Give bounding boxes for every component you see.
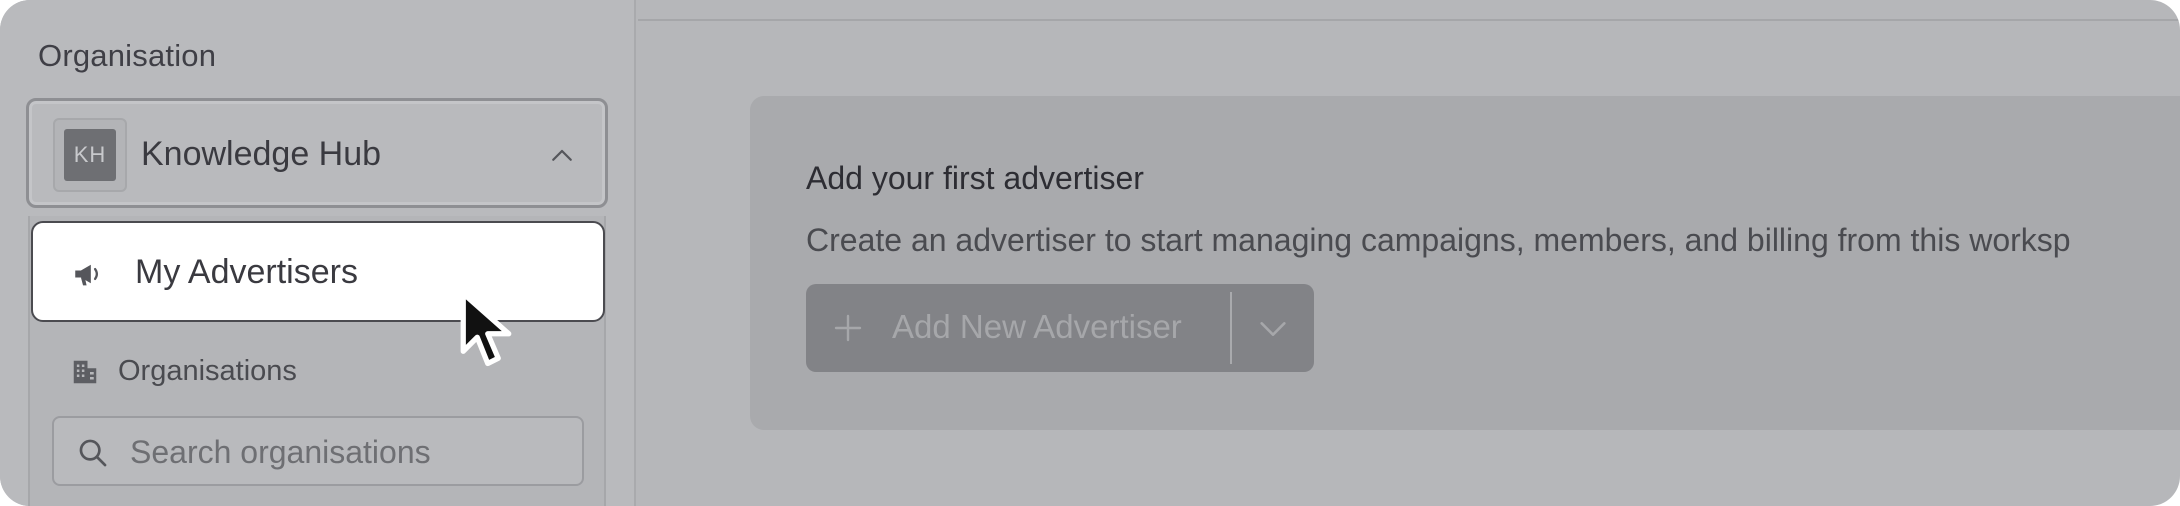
organisation-name: Knowledge Hub [141, 135, 382, 173]
organisation-label: Organisation [38, 38, 217, 73]
organisation-search [52, 416, 584, 486]
app-window: Organisation KH Knowledge Hub My Adverti… [0, 0, 2180, 506]
search-input[interactable] [130, 428, 570, 476]
empty-state-description: Create an advertiser to start managing c… [806, 222, 2071, 258]
cursor-arrow-icon [460, 290, 512, 367]
add-new-advertiser-button[interactable]: Add New Advertiser [892, 308, 1182, 346]
add-new-advertiser-split-button: Add New Advertiser [806, 284, 1314, 372]
building-icon [73, 360, 97, 383]
menu-item-label: My Advertisers [135, 253, 358, 291]
chevron-up-icon[interactable] [547, 141, 577, 171]
empty-state-card: Add your first advertiser Create an adve… [750, 96, 2180, 430]
chevron-down-icon[interactable] [1256, 312, 1290, 346]
organisations-section-title: Organisations [70, 355, 297, 388]
plus-icon [834, 314, 862, 342]
megaphone-icon [75, 264, 98, 286]
header-divider [638, 19, 2180, 21]
main-content: Add your first advertiser Create an adve… [638, 0, 2180, 506]
section-label: Organisations [118, 355, 297, 387]
search-icon [79, 439, 107, 467]
organisation-select[interactable]: KH Knowledge Hub [26, 98, 608, 208]
split-divider [1230, 292, 1232, 364]
sidebar: Organisation KH Knowledge Hub My Adverti… [0, 0, 636, 506]
organisation-initials: KH [64, 129, 116, 181]
empty-state-title: Add your first advertiser [806, 160, 1144, 196]
organisation-avatar: KH [53, 118, 127, 192]
